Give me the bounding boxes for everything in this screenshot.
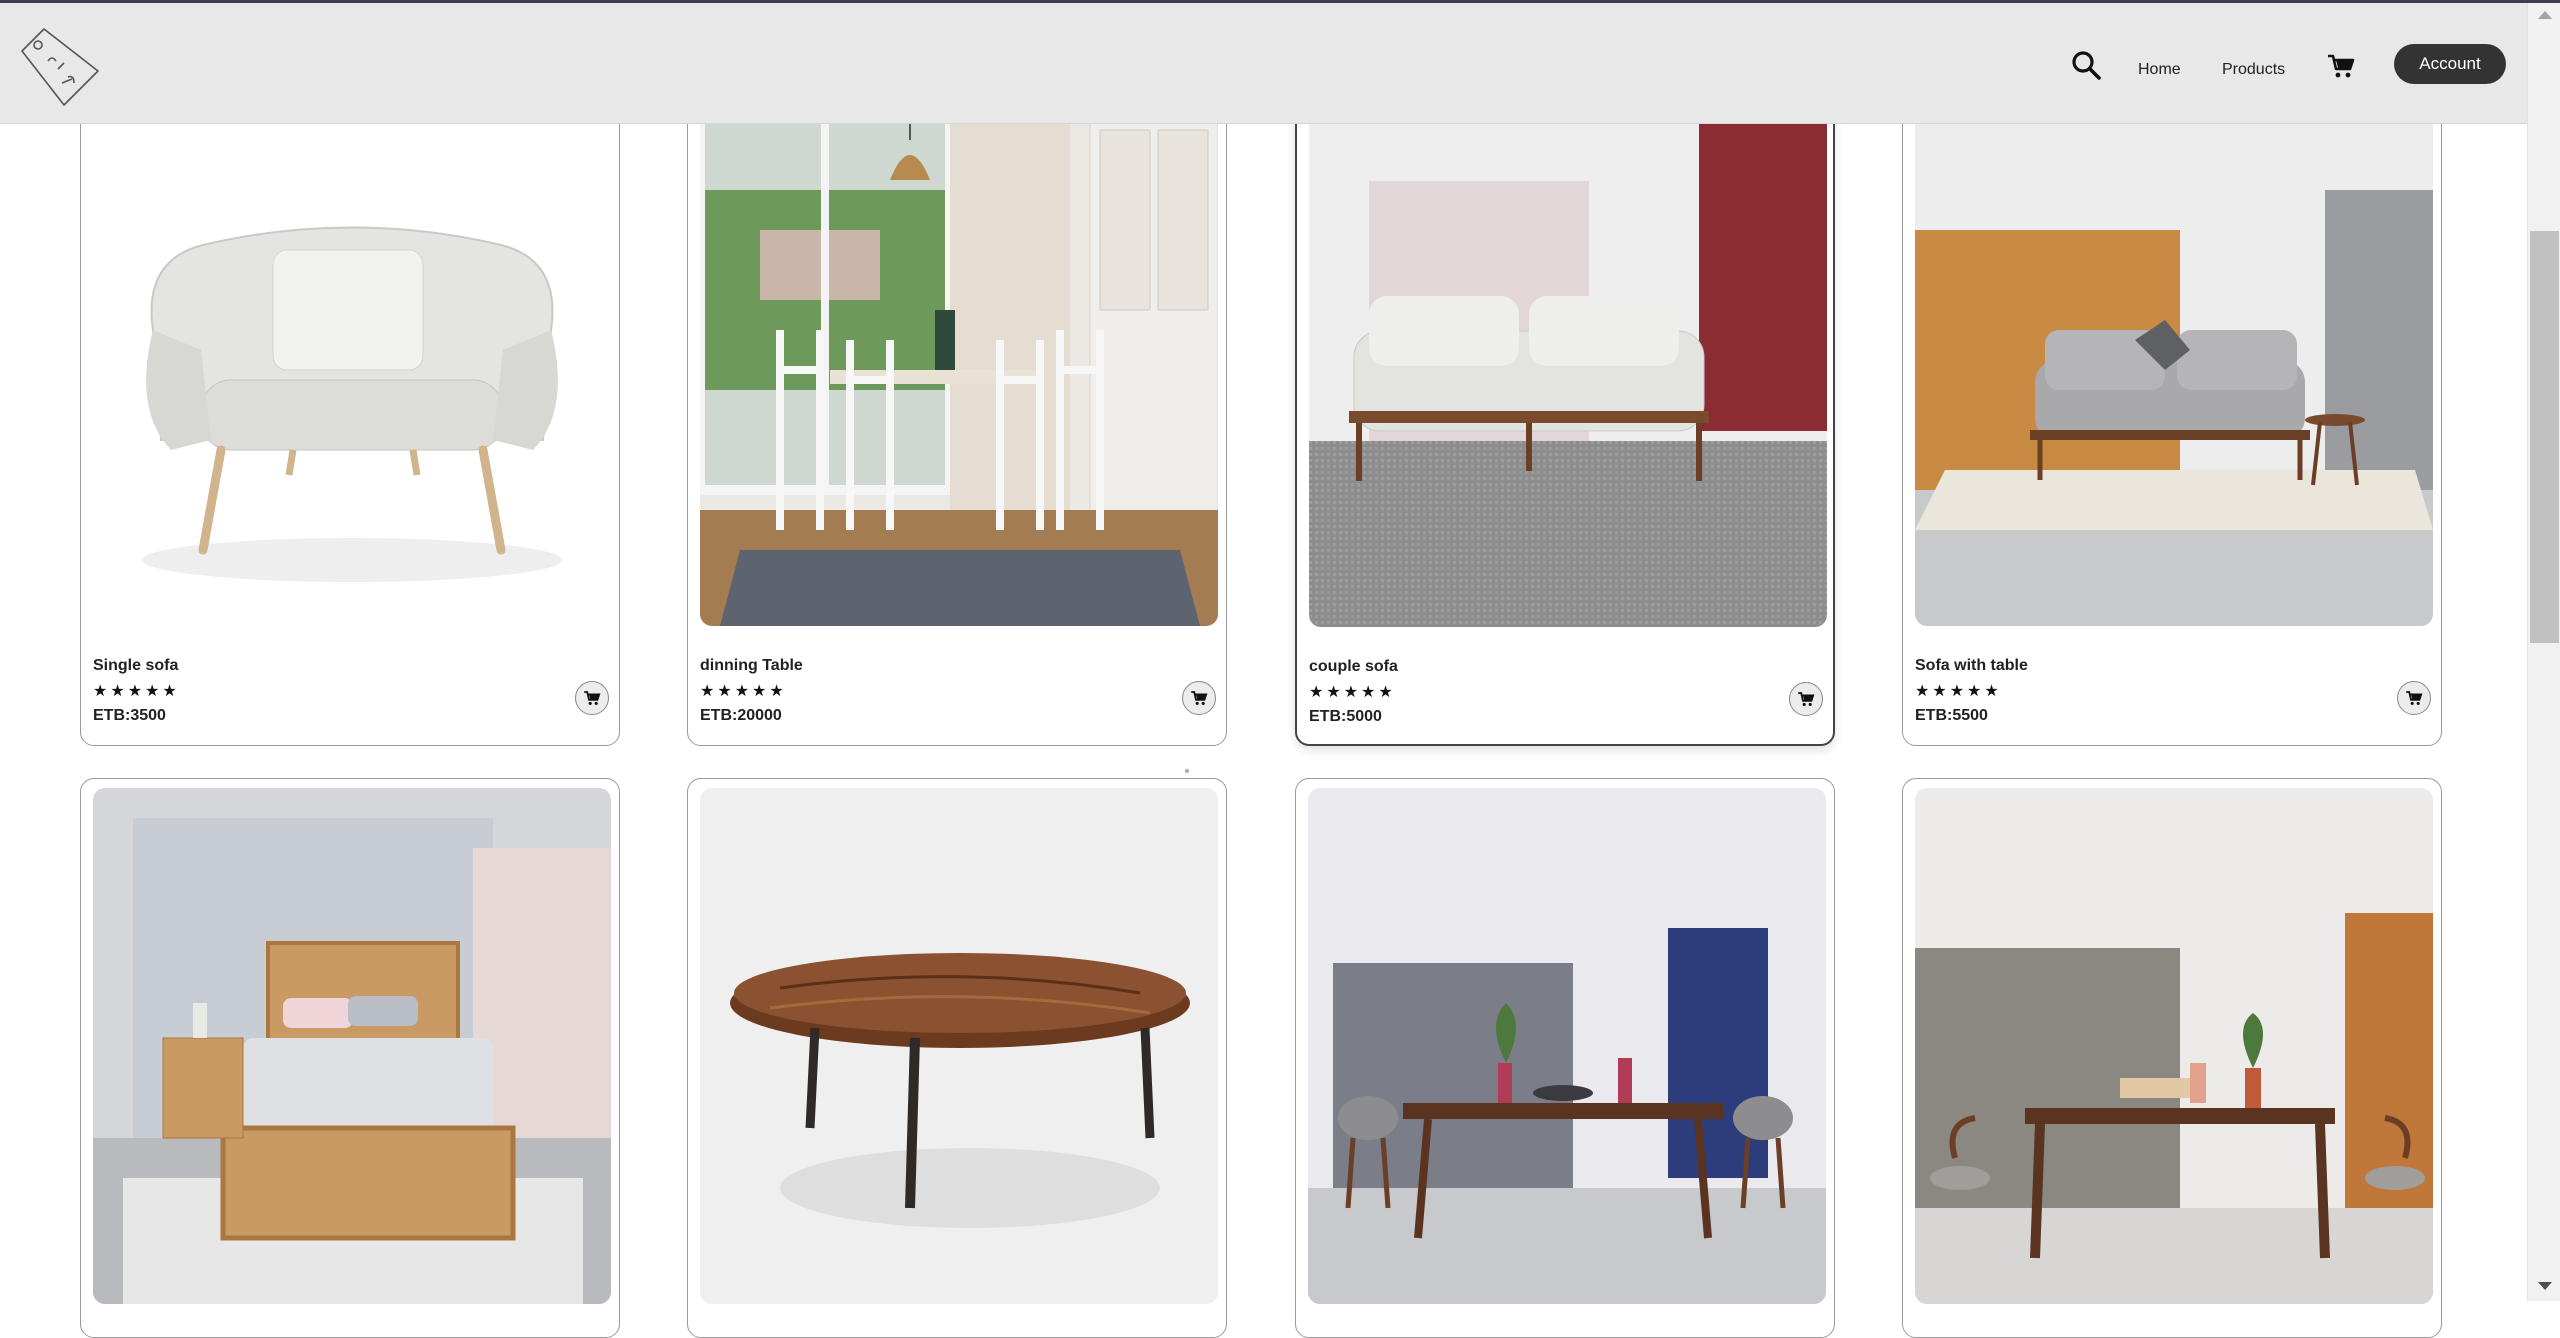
product-image-dining-set-orange[interactable] <box>1915 788 2433 1304</box>
separator-dot <box>1185 769 1189 773</box>
scrollbar-thumb[interactable] <box>2530 231 2559 643</box>
product-image-coffee-table[interactable] <box>700 788 1218 1304</box>
product-image-dining-room[interactable] <box>700 110 1218 626</box>
product-name: dinning Table <box>700 657 803 674</box>
cart-icon <box>584 691 601 705</box>
account-button[interactable]: Account <box>2394 44 2506 84</box>
cart-icon <box>1798 692 1815 706</box>
product-card[interactable] <box>1295 778 1835 1338</box>
site-header: Home Products Account <box>0 3 2527 124</box>
product-price: ETB:3500 <box>93 707 166 724</box>
rating-stars: ★★★★★ <box>1309 684 1396 701</box>
nav-home-link[interactable]: Home <box>2138 61 2181 79</box>
product-image-sofa-with-table[interactable] <box>1915 110 2433 626</box>
product-price: ETB:5500 <box>1915 707 1988 724</box>
product-card[interactable]: Sofa with table ★★★★★ ETB:5500 <box>1902 100 2442 746</box>
rating-stars: ★★★★★ <box>93 683 180 700</box>
product-image-armchair[interactable] <box>93 110 611 626</box>
product-card[interactable]: dinning Table ★★★★★ ETB:20000 <box>687 100 1227 746</box>
product-image-couple-sofa[interactable] <box>1309 111 1827 627</box>
product-card[interactable] <box>1902 778 2442 1338</box>
cart-icon <box>1191 691 1208 705</box>
price-tag-logo-icon[interactable] <box>14 21 104 111</box>
product-image-dining-set-blue[interactable] <box>1308 788 1826 1304</box>
scroll-up-arrow-icon[interactable] <box>2538 11 2552 19</box>
rating-stars: ★★★★★ <box>700 683 787 700</box>
cart-icon[interactable] <box>2326 51 2356 81</box>
rating-stars: ★★★★★ <box>1915 683 2002 700</box>
scroll-down-arrow-icon[interactable] <box>2538 1282 2552 1290</box>
product-price: ETB:20000 <box>700 707 782 724</box>
product-image-bed[interactable] <box>93 788 611 1304</box>
product-card[interactable]: Single sofa ★★★★★ ETB:3500 <box>80 100 620 746</box>
product-name: couple sofa <box>1309 658 1398 675</box>
product-card[interactable] <box>80 778 620 1338</box>
product-card[interactable]: couple sofa ★★★★★ ETB:5000 <box>1295 100 1835 746</box>
add-to-cart-button[interactable] <box>2397 681 2431 715</box>
add-to-cart-button[interactable] <box>1789 682 1823 716</box>
vertical-scrollbar[interactable] <box>2527 3 2560 1301</box>
product-price: ETB:5000 <box>1309 708 1382 725</box>
nav-products-link[interactable]: Products <box>2222 61 2285 79</box>
product-name: Sofa with table <box>1915 657 2028 674</box>
product-name: Single sofa <box>93 657 179 674</box>
add-to-cart-button[interactable] <box>1182 681 1216 715</box>
add-to-cart-button[interactable] <box>575 681 609 715</box>
product-card[interactable] <box>687 778 1227 1338</box>
search-icon[interactable] <box>2070 49 2102 81</box>
cart-icon <box>2406 691 2423 705</box>
